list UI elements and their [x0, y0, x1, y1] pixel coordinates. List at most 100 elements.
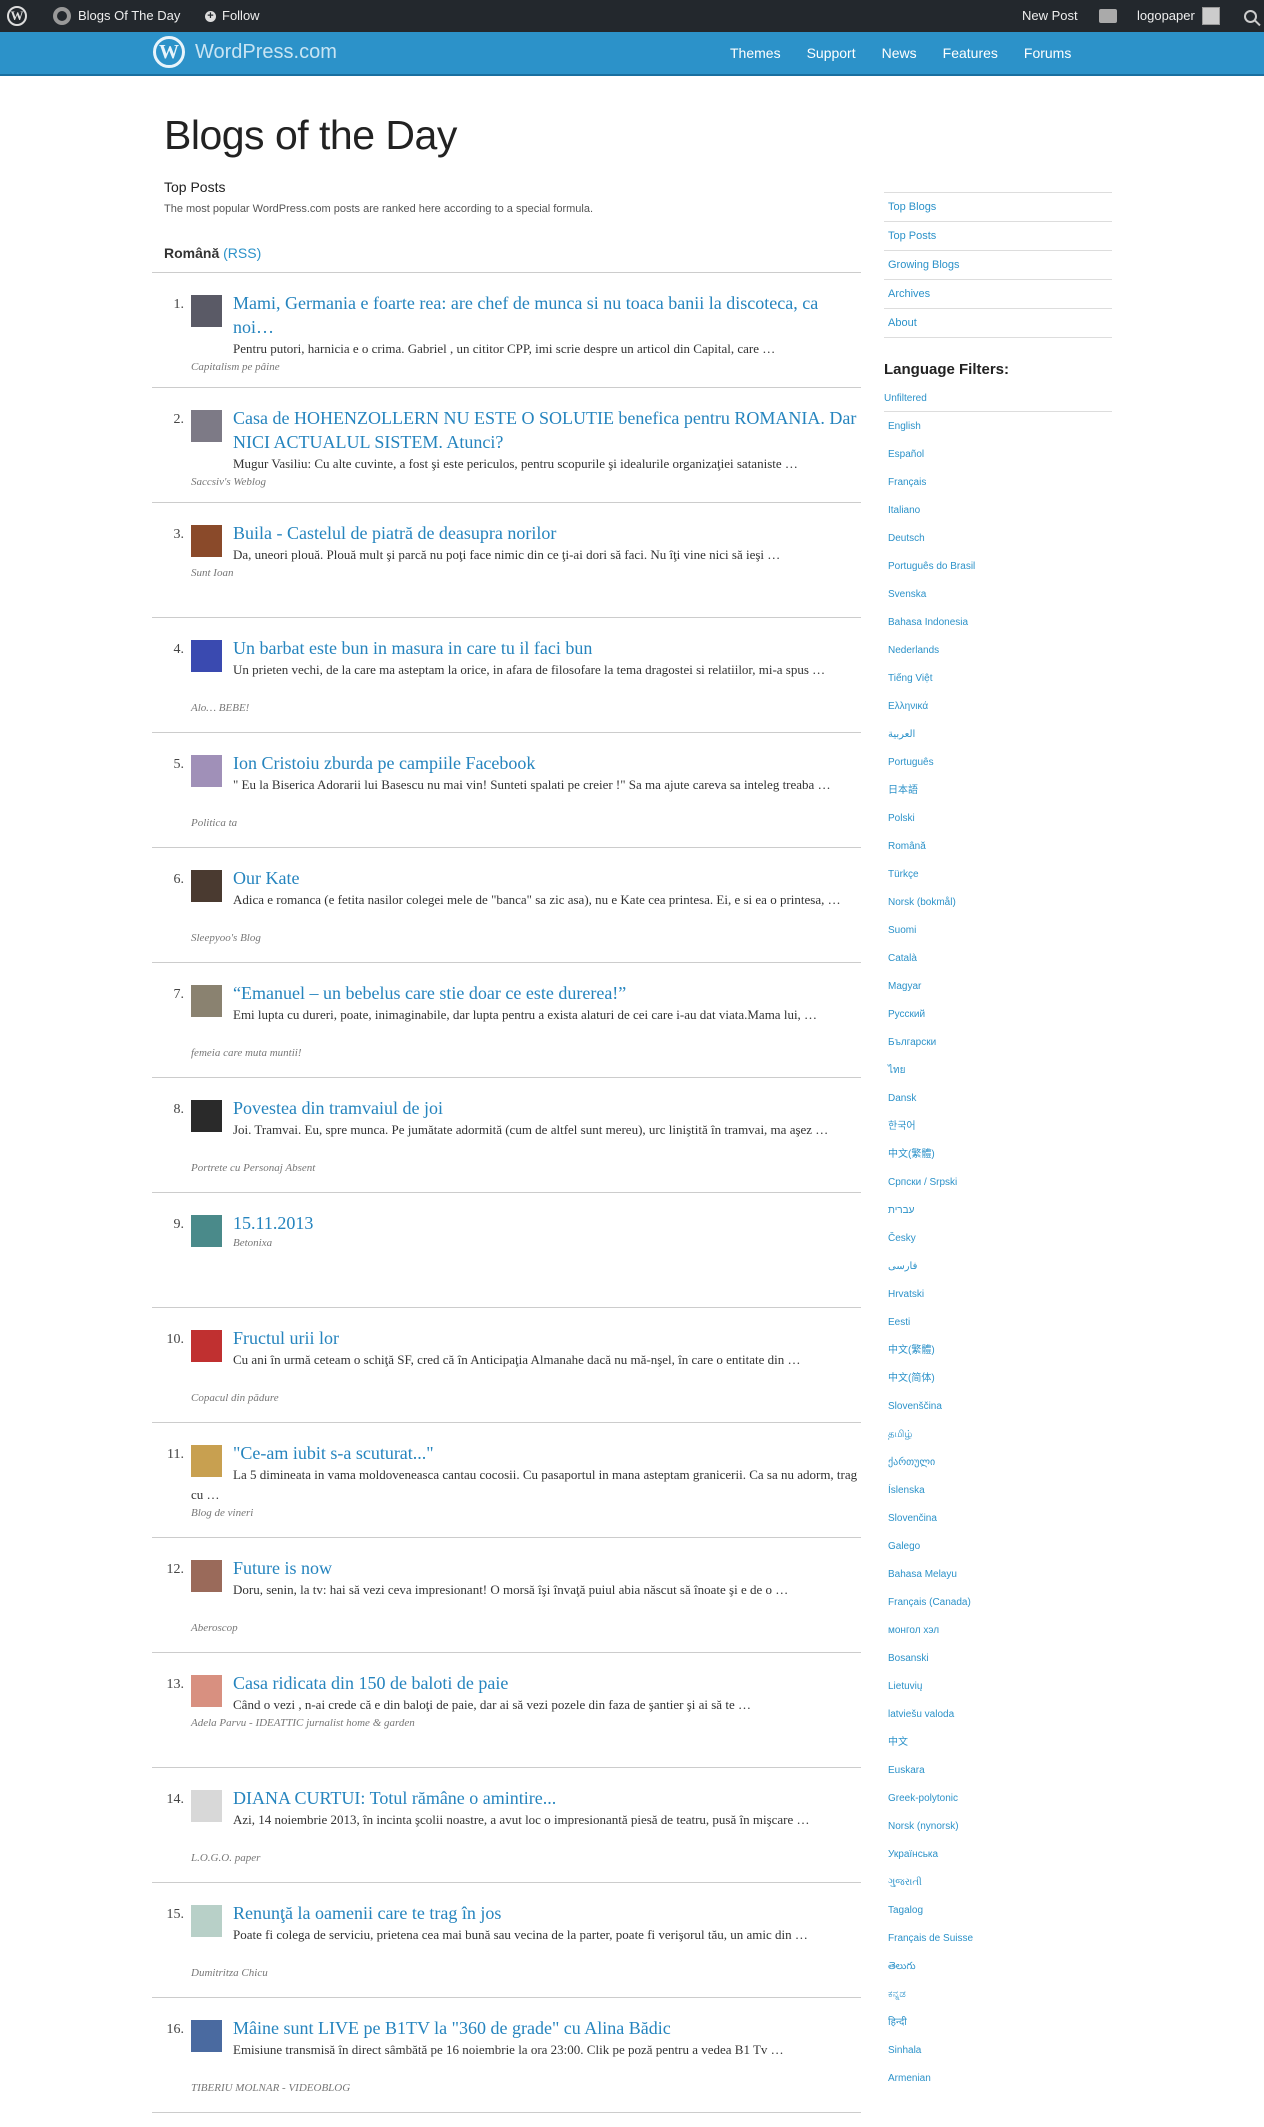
language-filter-item[interactable]: Tiếng Việt — [888, 669, 975, 697]
language-filter-item[interactable]: Dansk — [888, 1089, 975, 1117]
language-filter-item[interactable]: हिन्दी — [888, 2013, 975, 2041]
post-title-link[interactable]: 15.11.2013 — [233, 1211, 861, 1235]
language-filter-item[interactable]: 中文(繁體) — [888, 1341, 975, 1369]
post-blog-name[interactable]: Portrete cu Personaj Absent — [191, 1162, 315, 1174]
language-filter-item[interactable]: ગુજરાતી — [888, 1873, 975, 1901]
language-filter-item[interactable]: Tagalog — [888, 1901, 975, 1929]
language-filter-item[interactable]: Svenska — [888, 585, 975, 613]
sidebar-item-archives[interactable]: Archives — [884, 280, 1112, 309]
sidebar-item-about[interactable]: About — [884, 309, 1112, 338]
language-filter-item[interactable]: Français — [888, 473, 975, 501]
language-filter-item[interactable]: 한국어 — [888, 1117, 975, 1145]
language-filter-item[interactable]: Български — [888, 1033, 975, 1061]
language-filter-item[interactable]: Français (Canada) — [888, 1593, 975, 1621]
language-filter-item[interactable]: Bahasa Melayu — [888, 1565, 975, 1593]
language-filter-item[interactable]: Bahasa Indonesia — [888, 613, 975, 641]
language-filter-item[interactable]: Català — [888, 949, 975, 977]
post-title-link[interactable]: Mami, Germania e foarte rea: are chef de… — [233, 291, 861, 339]
language-filter-item[interactable]: Italiano — [888, 501, 975, 529]
language-filter-item[interactable]: Bosanski — [888, 1649, 975, 1677]
post-thumbnail[interactable] — [191, 295, 222, 327]
post-title-link[interactable]: Casa de HOHENZOLLERN NU ESTE O SOLUTIE b… — [233, 406, 861, 454]
language-filter-item[interactable]: Íslenska — [888, 1481, 975, 1509]
post-blog-name[interactable]: Dumitritza Chicu — [191, 1967, 268, 1979]
sidebar-item-growing-blogs[interactable]: Growing Blogs — [884, 251, 1112, 280]
post-blog-name[interactable]: Adela Parvu - IDEATTIC jurnalist home & … — [191, 1717, 415, 1729]
rss-link[interactable]: (RSS) — [223, 245, 261, 261]
language-filter-item[interactable]: Suomi — [888, 921, 975, 949]
language-filter-item[interactable]: తెలుగు — [888, 1957, 975, 1985]
language-filter-item[interactable]: Русский — [888, 1005, 975, 1033]
language-filter-item[interactable]: Română — [888, 837, 975, 865]
filter-unfiltered[interactable]: Unfiltered — [884, 390, 1112, 412]
post-title-link[interactable]: "Ce-am iubit s-a scuturat..." — [233, 1441, 861, 1465]
sidebar-item-top-posts[interactable]: Top Posts — [884, 222, 1112, 251]
post-blog-name[interactable]: Aberoscop — [191, 1622, 238, 1634]
post-title-link[interactable]: Fructul urii lor — [233, 1326, 861, 1350]
language-filter-item[interactable]: Українська — [888, 1845, 975, 1873]
follow-button[interactable]: + Follow — [205, 0, 260, 32]
language-filter-item[interactable]: Magyar — [888, 977, 975, 1005]
post-title-link[interactable]: Ion Cristoiu zburda pe campiile Facebook — [233, 751, 861, 775]
language-filter-item[interactable]: Norsk (bokmål) — [888, 893, 975, 921]
nav-support[interactable]: Support — [807, 32, 856, 74]
post-thumbnail[interactable] — [191, 1215, 222, 1247]
post-title-link[interactable]: Our Kate — [233, 866, 861, 890]
language-filter-item[interactable]: Hrvatski — [888, 1285, 975, 1313]
language-filter-item[interactable]: Euskara — [888, 1761, 975, 1789]
post-title-link[interactable]: Povestea din tramvaiul de joi — [233, 1096, 861, 1120]
language-filter-item[interactable]: latviešu valoda — [888, 1705, 975, 1733]
post-blog-name[interactable]: Sleepyoo's Blog — [191, 932, 261, 944]
post-blog-name[interactable]: Copacul din pădure — [191, 1392, 279, 1404]
language-filter-item[interactable]: Sinhala — [888, 2041, 975, 2069]
post-title-link[interactable]: Un barbat este bun in masura in care tu … — [233, 636, 861, 660]
language-filter-item[interactable]: Polski — [888, 809, 975, 837]
language-filter-item[interactable]: Slovenščina — [888, 1397, 975, 1425]
sidebar-item-top-blogs[interactable]: Top Blogs — [884, 192, 1112, 222]
user-menu[interactable]: logopaper — [1137, 0, 1220, 32]
new-post-button[interactable]: New Post — [1022, 0, 1078, 32]
post-title-link[interactable]: Future is now — [233, 1556, 861, 1580]
language-filter-item[interactable]: العربية — [888, 725, 975, 753]
post-blog-name[interactable]: femeia care muta muntii! — [191, 1047, 301, 1059]
brand-link[interactable]: W WordPress.com — [153, 36, 337, 68]
nav-features[interactable]: Features — [943, 32, 998, 74]
post-blog-name[interactable]: Politica ta — [191, 817, 237, 829]
post-blog-name[interactable]: Capitalism pe pâine — [191, 361, 280, 373]
language-filter-item[interactable]: ಕನ್ನಡ — [888, 1985, 975, 2013]
language-filter-item[interactable]: 中文(繁體) — [888, 1145, 975, 1173]
language-filter-item[interactable]: ไทย — [888, 1061, 975, 1089]
language-filter-item[interactable]: ქართული — [888, 1453, 975, 1481]
language-filter-item[interactable]: 日本語 — [888, 781, 975, 809]
language-filter-item[interactable]: English — [888, 417, 975, 445]
language-filter-item[interactable]: Português do Brasil — [888, 557, 975, 585]
post-title-link[interactable]: Renunţă la oamenii care te trag în jos — [233, 1901, 861, 1925]
language-filter-item[interactable]: Galego — [888, 1537, 975, 1565]
notifications-button[interactable] — [1099, 0, 1117, 32]
language-filter-item[interactable]: монгол хэл — [888, 1621, 975, 1649]
language-filter-item[interactable]: Slovenčina — [888, 1509, 975, 1537]
post-title-link[interactable]: DIANA CURTUI: Totul rămâne o amintire... — [233, 1786, 861, 1810]
language-filter-item[interactable]: Српски / Srpski — [888, 1173, 975, 1201]
language-filter-item[interactable]: Português — [888, 753, 975, 781]
nav-themes[interactable]: Themes — [730, 32, 781, 74]
language-filter-item[interactable]: 中文(简体) — [888, 1369, 975, 1397]
post-blog-name[interactable]: L.O.G.O. paper — [191, 1852, 260, 1864]
language-filter-item[interactable]: Greek-polytonic — [888, 1789, 975, 1817]
post-blog-name[interactable]: Alo… BEBE! — [191, 702, 249, 714]
language-filter-item[interactable]: فارسی — [888, 1257, 975, 1285]
language-filter-item[interactable]: Türkçe — [888, 865, 975, 893]
post-title-link[interactable]: Buila - Castelul de piatră de deasupra n… — [233, 521, 861, 545]
my-sites-button[interactable]: Blogs Of The Day — [53, 0, 180, 32]
post-blog-name[interactable]: Sunt Ioan — [191, 567, 233, 579]
post-title-link[interactable]: Casa ridicata din 150 de baloti de paie — [233, 1671, 861, 1695]
language-filter-item[interactable]: Español — [888, 445, 975, 473]
post-blog-name[interactable]: Betonixa — [233, 1237, 272, 1249]
language-filter-item[interactable]: Français de Suisse — [888, 1929, 975, 1957]
search-button[interactable] — [1244, 0, 1257, 32]
wordpress-logo-icon[interactable]: W — [7, 0, 27, 32]
post-blog-name[interactable]: Saccsiv's Weblog — [191, 476, 266, 488]
language-filter-item[interactable]: Armenian — [888, 2069, 975, 2097]
language-filter-item[interactable]: Deutsch — [888, 529, 975, 557]
post-title-link[interactable]: “Emanuel – un bebelus care stie doar ce … — [233, 981, 861, 1005]
